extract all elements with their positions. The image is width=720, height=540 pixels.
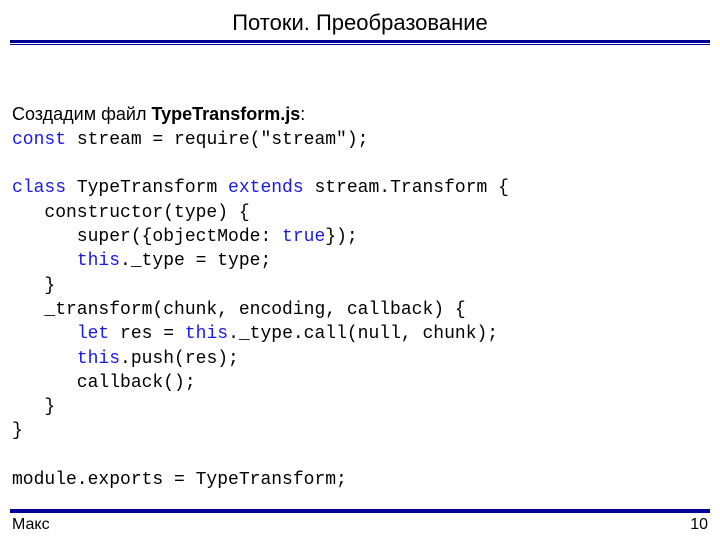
- footer-author: Макс: [12, 516, 50, 534]
- code-kw: this: [77, 251, 120, 271]
- code-text: stream = require("stream");: [66, 130, 368, 150]
- footer-bar: Макс 10: [0, 514, 720, 540]
- code-text: super({objectMode:: [12, 227, 282, 247]
- intro-suffix: :: [300, 104, 305, 124]
- code-text: TypeTransform: [66, 178, 228, 198]
- footer-page: 10: [690, 516, 708, 534]
- code-text: });: [325, 227, 357, 247]
- code-text: res =: [109, 324, 185, 344]
- code-text: callback();: [12, 373, 196, 393]
- code-text: constructor(type) {: [12, 203, 250, 223]
- intro-prefix: Создадим файл: [12, 104, 152, 124]
- code-text: ._type = type;: [120, 251, 271, 271]
- footer: Макс 10: [0, 509, 720, 540]
- code-text: [12, 349, 77, 369]
- divider-thick: [10, 40, 710, 43]
- code-text: stream.Transform {: [304, 178, 509, 198]
- code-kw: this: [185, 324, 228, 344]
- slide: Потоки. Преобразование Создадим файл Typ…: [0, 0, 720, 540]
- code-text: ._type.call(null, chunk);: [228, 324, 498, 344]
- code-text: }: [12, 397, 55, 417]
- title-area: Потоки. Преобразование: [0, 0, 720, 40]
- code-text: _transform(chunk, encoding, callback) {: [12, 300, 466, 320]
- code-kw: true: [282, 227, 325, 247]
- code-text: }: [12, 421, 23, 441]
- intro-line: Создадим файл TypeTransform.js:: [12, 102, 708, 126]
- code-text: }: [12, 276, 55, 296]
- code-kw: class: [12, 178, 66, 198]
- code-kw: extends: [228, 178, 304, 198]
- code-text: module.exports = TypeTransform;: [12, 470, 347, 490]
- intro-filename: TypeTransform.js: [152, 104, 301, 124]
- code-kw: const: [12, 130, 66, 150]
- code-kw: this: [77, 349, 120, 369]
- code-text: [12, 324, 77, 344]
- content-area: Создадим файл TypeTransform.js: const str…: [0, 45, 720, 540]
- divider-thick: [10, 510, 710, 513]
- code-text: [12, 251, 77, 271]
- code-text: .push(res);: [120, 349, 239, 369]
- page-title: Потоки. Преобразование: [0, 10, 720, 36]
- code-kw: let: [77, 324, 109, 344]
